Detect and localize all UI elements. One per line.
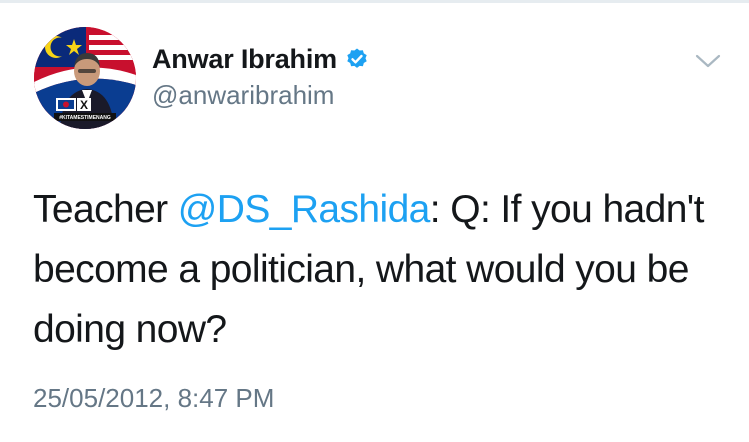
tweet-text-before: Teacher: [33, 188, 178, 231]
svg-text:X: X: [80, 98, 88, 112]
mention-link[interactable]: @DS_Rashida: [178, 188, 431, 231]
author-display-name[interactable]: Anwar Ibrahim: [152, 44, 337, 75]
top-divider: [0, 0, 749, 3]
svg-text:#KITAMESTIMENANG: #KITAMESTIMENANG: [59, 115, 111, 121]
author-handle[interactable]: @anwaribrahim: [152, 80, 334, 111]
tweet-timestamp[interactable]: 25/05/2012, 8:47 PM: [33, 383, 274, 414]
verified-badge-icon: [345, 47, 369, 71]
author-name-row[interactable]: Anwar Ibrahim: [152, 42, 369, 76]
tweet-text: Teacher @DS_Rashida: Q: If you hadn't be…: [33, 180, 723, 360]
chevron-down-icon[interactable]: [694, 50, 722, 72]
avatar[interactable]: X #KITAMESTIMENANG: [34, 27, 136, 129]
